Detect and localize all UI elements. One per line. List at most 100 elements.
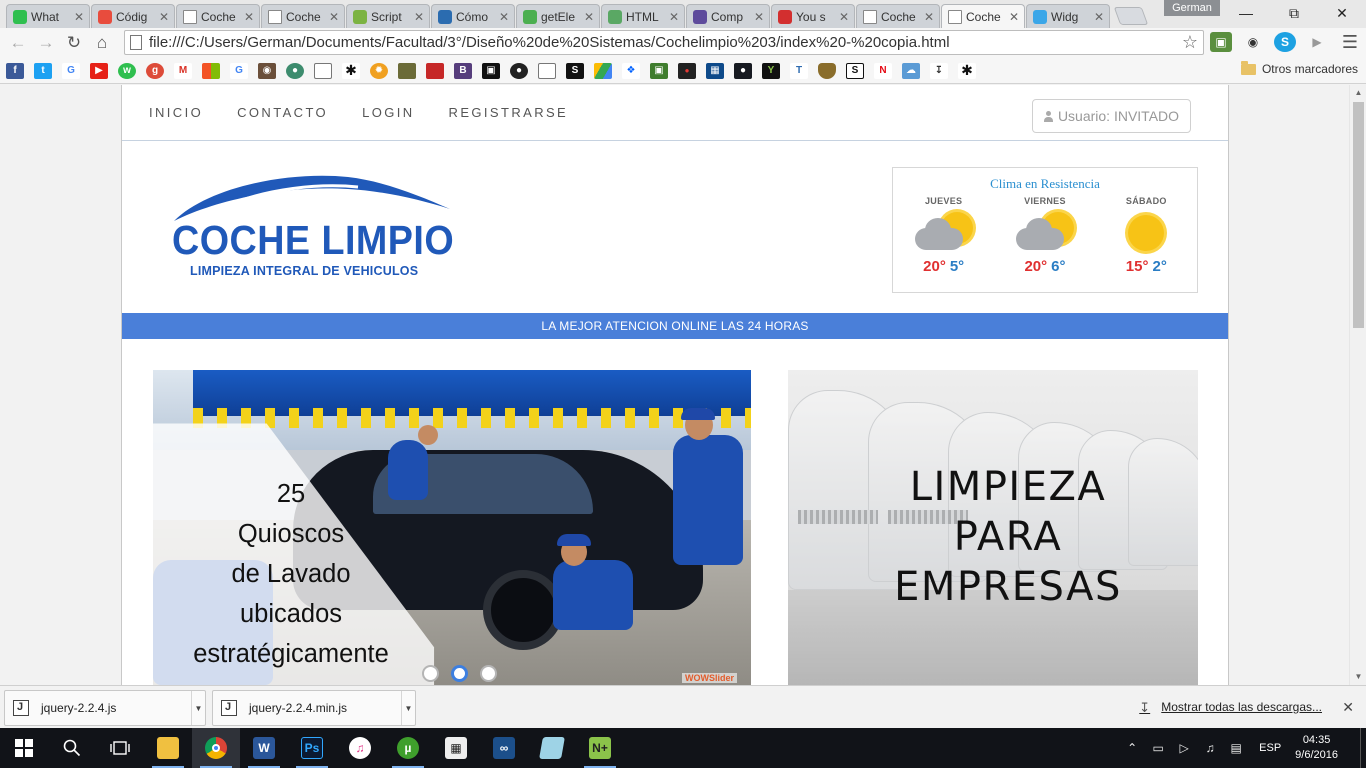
nav-contacto[interactable]: CONTACTO [237, 105, 328, 120]
itunes-icon[interactable]: ♫ [336, 728, 384, 768]
other-bookmarks[interactable]: Otros marcadores [1240, 60, 1358, 76]
bookmark-dark-app-icon[interactable]: ● [678, 62, 696, 79]
bookmark-star-icon[interactable]: ☆ [1177, 32, 1203, 53]
download-item[interactable]: jquery-2.2.4.min.js ▼ [212, 690, 416, 726]
business-promo[interactable]: LIMPIEZA PARA EMPRESAS [788, 370, 1198, 685]
tab-close-icon[interactable]: ✕ [243, 10, 255, 24]
show-all-downloads-link[interactable]: ↧ Mostrar todas las descargas... [1139, 700, 1322, 715]
back-button[interactable]: ← [4, 29, 32, 57]
tab-close-icon[interactable]: ✕ [753, 10, 765, 24]
bookmark-green-app-icon[interactable]: ▣ [650, 62, 668, 79]
browser-tab[interactable]: Coche ✕ [856, 4, 940, 28]
restore-button[interactable]: ⧉ [1270, 0, 1318, 26]
tab-close-icon[interactable]: ✕ [1093, 10, 1105, 24]
bookmark-y-icon[interactable]: Y [762, 62, 780, 79]
bookmark-cloud-icon[interactable]: ☁ [902, 62, 920, 79]
url-text[interactable]: file:///C:/Users/German/Documents/Facult… [149, 34, 1177, 51]
bookmark-steam-icon[interactable]: ● [734, 62, 752, 79]
bookmark-gmail-icon[interactable]: M [174, 62, 192, 79]
utorrent-icon[interactable]: µ [384, 728, 432, 768]
bookmark-globe-icon[interactable]: ● [286, 62, 304, 79]
show-desktop-button[interactable] [1360, 728, 1366, 768]
language-indicator[interactable]: ESP [1259, 742, 1281, 754]
action-center-icon[interactable]: ▤ [1225, 740, 1247, 756]
bookmark-asterisk-icon[interactable]: ✱ [342, 62, 360, 79]
tab-close-icon[interactable]: ✕ [1008, 10, 1020, 24]
weather-title[interactable]: Clima en Resistencia [893, 176, 1197, 192]
extension-play-icon[interactable]: ▶ [1306, 32, 1328, 52]
browser-tab[interactable]: What ✕ [6, 4, 90, 28]
visual-studio-icon[interactable]: ∞ [480, 728, 528, 768]
bookmark-stackoverflow-icon[interactable]: S [566, 62, 584, 79]
nav-inicio[interactable]: INICIO [149, 105, 203, 120]
bookmark-asterisk-icon-2[interactable]: ✱ [958, 62, 976, 79]
slider-dot-3[interactable] [480, 665, 497, 682]
home-button[interactable]: ⌂ [88, 29, 116, 57]
browser-tab[interactable]: Widg ✕ [1026, 4, 1110, 28]
browser-tab[interactable]: Coche ✕ [176, 4, 260, 28]
scroll-thumb[interactable] [1353, 102, 1364, 328]
tab-close-icon[interactable]: ✕ [838, 10, 850, 24]
bookmark-download-icon[interactable]: ↧ [930, 62, 948, 79]
search-button[interactable] [48, 728, 96, 768]
bookmark-bootstrap-icon[interactable]: B [454, 62, 472, 79]
image-slider[interactable]: 25 Quioscos de Lavado ubicados estratégi… [153, 370, 751, 685]
bookmark-github-icon[interactable]: ● [510, 62, 528, 79]
download-options-caret-icon[interactable]: ▼ [191, 691, 205, 725]
chrome-icon[interactable] [192, 728, 240, 768]
tab-close-icon[interactable]: ✕ [583, 10, 595, 24]
browser-tab[interactable]: Comp ✕ [686, 4, 770, 28]
nav-registrarse[interactable]: REGISTRARSE [449, 105, 569, 120]
tab-close-icon[interactable]: ✕ [158, 10, 170, 24]
bookmark-google-icon-2[interactable]: G [230, 62, 248, 79]
bookmark-dropbox-icon[interactable]: ❖ [622, 62, 640, 79]
bookmark-facebook-icon[interactable]: f [6, 62, 24, 79]
minimize-button[interactable]: — [1222, 0, 1270, 26]
browser-tab[interactable]: Códig ✕ [91, 4, 175, 28]
scroll-up-arrow-icon[interactable]: ▲ [1350, 85, 1366, 101]
download-item[interactable]: jquery-2.2.4.js ▼ [4, 690, 206, 726]
notes-icon[interactable] [528, 728, 576, 768]
bookmark-whatsapp-icon[interactable]: w [118, 62, 136, 79]
extension-screen-icon[interactable]: ▣ [1210, 32, 1232, 52]
browser-tab[interactable]: Coche ✕ [941, 4, 1025, 28]
word-icon[interactable]: W [240, 728, 288, 768]
browser-tab[interactable]: HTML ✕ [601, 4, 685, 28]
battery-icon[interactable]: ▭ [1147, 740, 1169, 756]
chrome-menu-icon[interactable]: ☰ [1342, 32, 1358, 53]
browser-tab[interactable]: Coche ✕ [261, 4, 345, 28]
bookmark-terminal-icon[interactable]: ▣ [482, 62, 500, 79]
task-view-button[interactable] [96, 728, 144, 768]
calculator-icon[interactable]: ▦ [432, 728, 480, 768]
bookmark-s-icon[interactable]: S [846, 62, 864, 79]
browser-tab[interactable]: getEle ✕ [516, 4, 600, 28]
browser-tab[interactable]: Cómo ✕ [431, 4, 515, 28]
download-options-caret-icon[interactable]: ▼ [401, 691, 415, 725]
bookmark-google-icon[interactable]: G [62, 62, 80, 79]
new-tab-button[interactable] [1113, 7, 1149, 25]
tab-close-icon[interactable]: ✕ [73, 10, 85, 24]
browser-tab[interactable]: Script ✕ [346, 4, 430, 28]
bookmark-shield-icon[interactable] [818, 62, 836, 79]
page-scrollbar[interactable]: ▲ ▼ [1349, 85, 1366, 685]
site-logo[interactable]: COCHE LIMPIO LIMPIEZA INTEGRAL DE VEHICU… [168, 169, 460, 281]
bookmark-instagram-icon[interactable]: ◉ [258, 62, 276, 79]
bookmark-drive-icon[interactable] [594, 62, 612, 79]
extension-ghostery-icon[interactable]: ◉ [1242, 32, 1264, 52]
address-bar[interactable]: file:///C:/Users/German/Documents/Facult… [124, 30, 1204, 55]
start-button[interactable] [0, 728, 48, 768]
tab-close-icon[interactable]: ✕ [668, 10, 680, 24]
slider-dot-2[interactable] [451, 665, 468, 682]
bookmark-netflix-icon[interactable]: N [874, 62, 892, 79]
user-status-box[interactable]: Usuario: INVITADO [1032, 99, 1191, 133]
bookmark-twitter-icon[interactable]: t [34, 62, 52, 79]
slider-dot-1[interactable] [422, 665, 439, 682]
nav-login[interactable]: LOGIN [362, 105, 414, 120]
bookmark-page-icon-2[interactable] [538, 62, 556, 79]
bookmark-page-icon[interactable] [314, 62, 332, 79]
bookmark-tz-icon[interactable]: T [790, 62, 808, 79]
photoshop-icon[interactable]: Ps [288, 728, 336, 768]
network-icon[interactable]: ▷ [1173, 740, 1195, 756]
bookmark-colorful-icon[interactable]: ✹ [370, 62, 388, 79]
tab-close-icon[interactable]: ✕ [498, 10, 510, 24]
